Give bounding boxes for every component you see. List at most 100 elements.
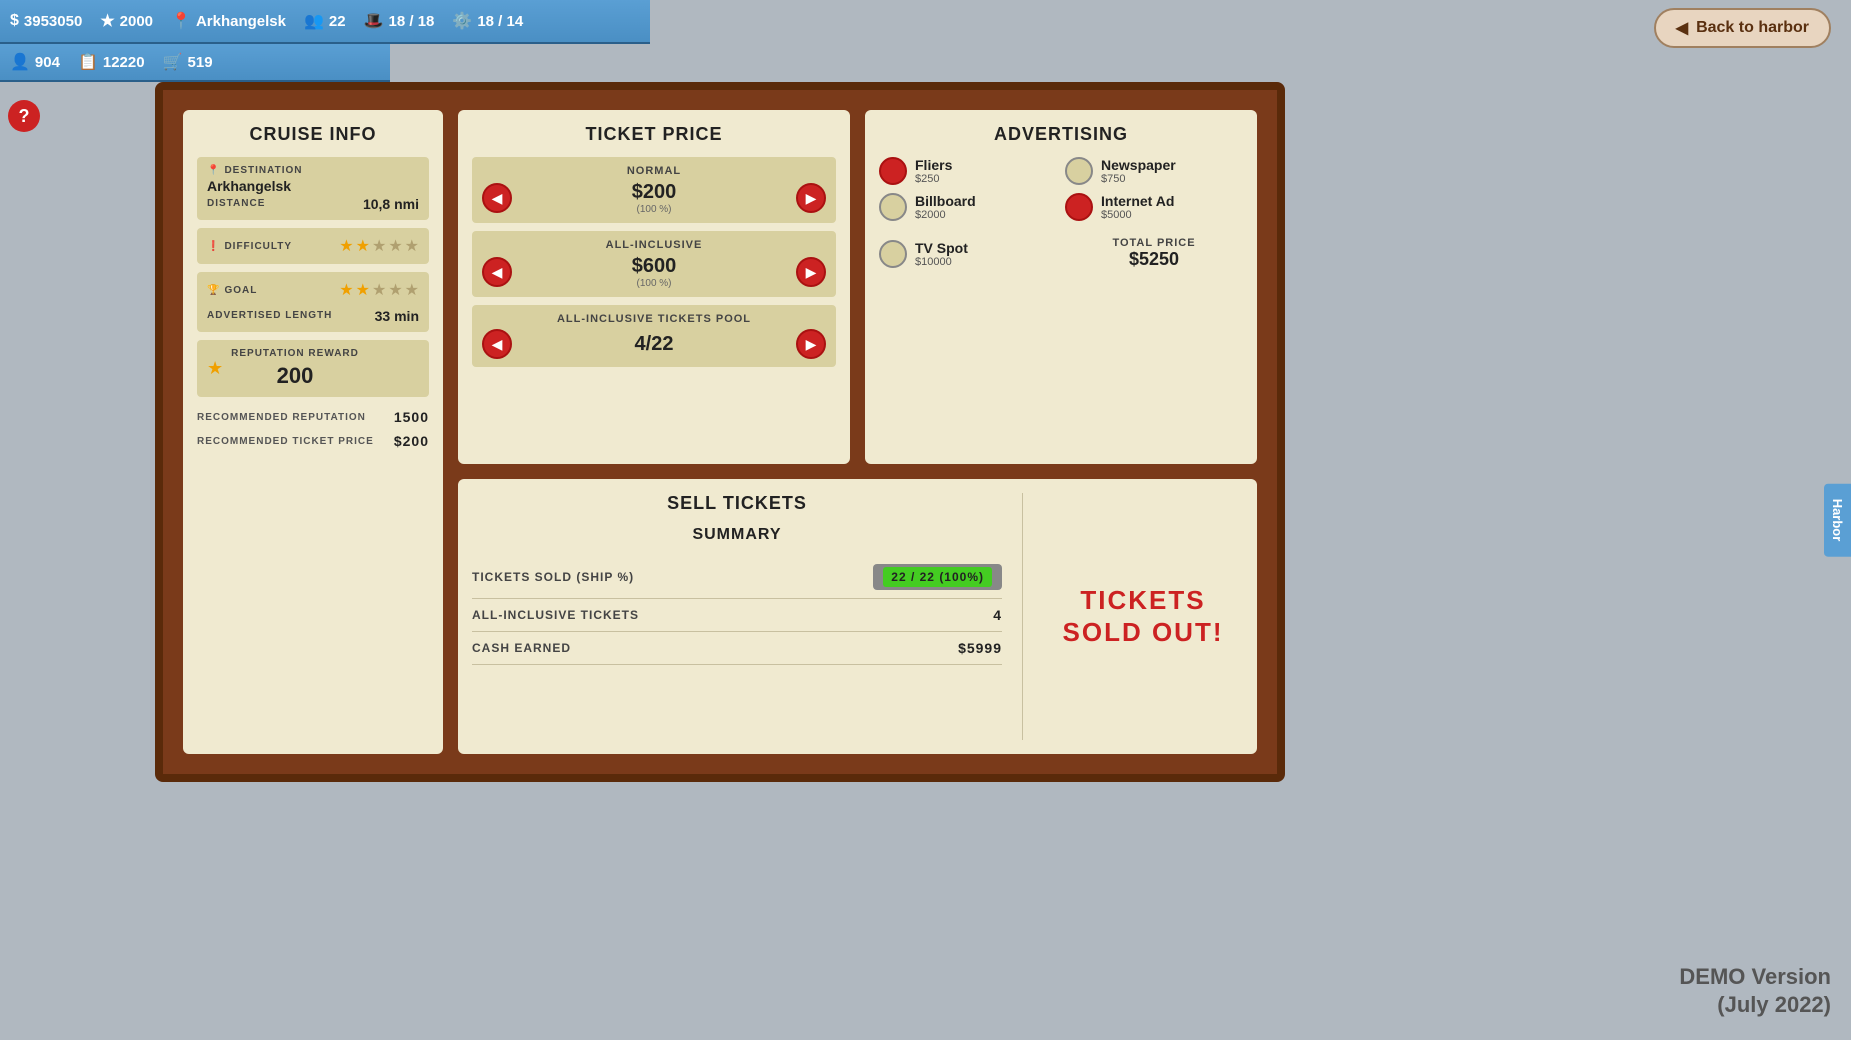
main-board: CRUISE INFO 📍 DESTINATION Arkhangelsk DI… <box>155 82 1285 782</box>
tv-spot-name: TV Spot <box>915 240 968 256</box>
sold-out-section: TICKETS SOLD OUT! <box>1043 493 1243 740</box>
pool-increase-button[interactable]: ▶ <box>796 329 826 359</box>
exclamation-icon: ❗ <box>207 241 220 252</box>
all-inclusive-ticket-row: ALL-INCLUSIVE ◀ $600 (100 %) ▶ <box>472 231 836 297</box>
ad-item-internet: Internet Ad $5000 <box>1065 193 1243 221</box>
billboard-toggle[interactable] <box>879 193 907 221</box>
all-inclusive-price-value: $600 <box>632 255 677 278</box>
money-stat: $ 3953050 <box>10 12 82 30</box>
recommended-price-value: $200 <box>394 433 429 449</box>
goal-row: 🏆 GOAL ★ ★ ★ ★ ★ ADVERTISED LENGTH 33 mi… <box>197 272 429 332</box>
destination-value: Arkhangelsk <box>207 178 419 194</box>
all-inclusive-price-increase-button[interactable]: ▶ <box>796 257 826 287</box>
all-inclusive-price-decrease-button[interactable]: ◀ <box>482 257 512 287</box>
billboard-price: $2000 <box>915 209 976 221</box>
normal-price-decrease-button[interactable]: ◀ <box>482 183 512 213</box>
cash-earned-value: $5999 <box>958 640 1002 656</box>
cash-earned-label: CASH EARNED <box>472 641 571 655</box>
destination-label: 📍 DESTINATION <box>207 165 419 176</box>
pool-value: 4/22 <box>635 333 674 356</box>
newspaper-toggle[interactable] <box>1065 157 1093 185</box>
location-icon: 📍 <box>171 11 191 31</box>
gear-icon: ⚙️ <box>452 11 472 31</box>
pool-decrease-button[interactable]: ◀ <box>482 329 512 359</box>
destination-icon: 📍 <box>207 165 220 176</box>
internet-ad-price: $5000 <box>1101 209 1174 221</box>
normal-price-value: $200 <box>632 181 677 204</box>
sell-tickets-card: SELL TICKETS SUMMARY TICKETS SOLD (SHIP … <box>458 479 1257 754</box>
advertising-title: ADVERTISING <box>879 124 1243 145</box>
normal-price-pct: (100 %) <box>632 204 677 215</box>
rep-star-icon: ★ <box>207 358 223 379</box>
tickets-sold-label: TICKETS SOLD (SHIP %) <box>472 570 634 584</box>
internet-ad-name: Internet Ad <box>1101 193 1174 209</box>
goal-icon: 🏆 <box>207 285 220 296</box>
all-inclusive-summary-label: ALL-INCLUSIVE TICKETS <box>472 608 639 622</box>
normal-ticket-row: NORMAL ◀ $200 (100 %) ▶ <box>472 157 836 223</box>
advertising-grid: Fliers $250 Newspaper $750 Billboard $20… <box>879 157 1243 278</box>
rep-value: 200 <box>231 363 359 389</box>
cash-earned-row: CASH EARNED $5999 <box>472 632 1002 665</box>
money-icon: $ <box>10 12 19 30</box>
help-button[interactable]: ? <box>8 100 40 132</box>
all-inclusive-label: ALL-INCLUSIVE <box>482 239 826 251</box>
star-icon: ★ <box>100 11 114 31</box>
top-bar: $ 3953050 ★ 2000 📍 Arkhangelsk 👥 22 🎩 18… <box>0 0 650 44</box>
all-inclusive-summary-value: 4 <box>993 607 1002 623</box>
demo-version: DEMO Version (July 2022) <box>1679 963 1831 1020</box>
person-icon: 👤 <box>10 52 30 72</box>
distance-label: DISTANCE <box>207 198 265 209</box>
ticket-price-card: TICKET PRICE NORMAL ◀ $200 (100 %) ▶ ALL… <box>458 110 850 464</box>
advertised-length-value: 33 min <box>375 308 419 324</box>
tv-spot-price: $10000 <box>915 256 968 268</box>
ad-item-newspaper: Newspaper $750 <box>1065 157 1243 185</box>
normal-label: NORMAL <box>482 165 826 177</box>
advertising-total: TOTAL PRICE $5250 <box>1065 229 1243 278</box>
total-value: $5250 <box>1073 249 1235 270</box>
second-bar: 👤 904 📋 12220 🛒 519 <box>0 44 390 82</box>
back-arrow-icon: ◀ <box>1676 18 1688 38</box>
crew-icon: 👥 <box>304 11 324 31</box>
all-inclusive-summary-row: ALL-INCLUSIVE TICKETS 4 <box>472 599 1002 632</box>
advertised-length-label: ADVERTISED LENGTH <box>207 310 332 321</box>
fliers-toggle[interactable] <box>879 157 907 185</box>
vertical-divider <box>1022 493 1023 740</box>
rep-label: REPUTATION REWARD <box>231 348 359 359</box>
sold-out-text: TICKETS SOLD OUT! <box>1063 585 1224 647</box>
pool-ticket-row: ALL-INCLUSIVE TICKETS POOL ◀ 4/22 ▶ <box>472 305 836 367</box>
clipboard-icon: 📋 <box>78 52 98 72</box>
stat1: 👤 904 <box>10 52 60 72</box>
goal-label: 🏆 GOAL <box>207 285 257 296</box>
capacity-stat: 🎩 18 / 18 <box>364 11 435 31</box>
pool-label: ALL-INCLUSIVE TICKETS POOL <box>482 313 826 325</box>
goal-stars: ★ ★ ★ ★ ★ <box>339 280 419 300</box>
total-label: TOTAL PRICE <box>1073 237 1235 249</box>
reputation-row: ★ REPUTATION REWARD 200 <box>197 340 429 397</box>
stat2: 📋 12220 <box>78 52 145 72</box>
back-to-harbor-button[interactable]: ◀ Back to harbor <box>1654 8 1831 48</box>
distance-value: 10,8 nmi <box>363 196 419 212</box>
fliers-name: Fliers <box>915 157 952 173</box>
recommended-rep-value: 1500 <box>394 409 429 425</box>
settings-stat: ⚙️ 18 / 14 <box>452 11 523 31</box>
all-inclusive-price-pct: (100 %) <box>632 278 677 289</box>
billboard-name: Billboard <box>915 193 976 209</box>
internet-ad-toggle[interactable] <box>1065 193 1093 221</box>
stars-stat: ★ 2000 <box>100 11 153 31</box>
stat3: 🛒 519 <box>163 52 213 72</box>
harbor-tab[interactable]: Harbor <box>1824 484 1851 557</box>
advertising-card: ADVERTISING Fliers $250 Newspaper $750 <box>865 110 1257 464</box>
fliers-price: $250 <box>915 173 952 185</box>
tickets-sold-bar: 22 / 22 (100%) <box>873 564 1002 590</box>
ticket-price-title: TICKET PRICE <box>472 124 836 145</box>
capacity-icon: 🎩 <box>364 11 384 31</box>
destination-row: 📍 DESTINATION Arkhangelsk DISTANCE 10,8 … <box>197 157 429 220</box>
ad-item-billboard: Billboard $2000 <box>879 193 1057 221</box>
ad-item-fliers: Fliers $250 <box>879 157 1057 185</box>
difficulty-row: ❗ DIFFICULTY ★ ★ ★ ★ ★ <box>197 228 429 264</box>
summary-section: SELL TICKETS SUMMARY TICKETS SOLD (SHIP … <box>472 493 1002 740</box>
normal-price-increase-button[interactable]: ▶ <box>796 183 826 213</box>
tv-spot-toggle[interactable] <box>879 240 907 268</box>
difficulty-label: ❗ DIFFICULTY <box>207 241 292 252</box>
difficulty-stars: ★ ★ ★ ★ ★ <box>339 236 419 256</box>
